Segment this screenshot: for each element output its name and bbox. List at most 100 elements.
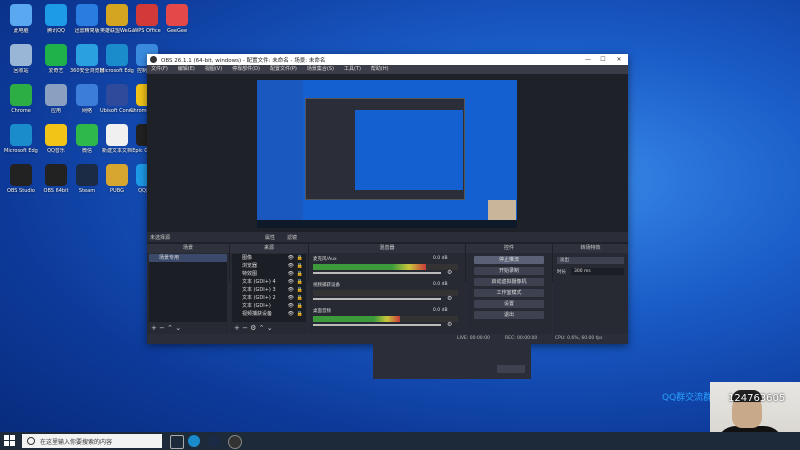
- desktop-icon[interactable]: Chrome: [4, 84, 38, 114]
- desktop-icon[interactable]: Microsoft Edge: [100, 44, 134, 74]
- lock-icon[interactable]: 🔒: [297, 302, 303, 310]
- desktop-icon[interactable]: QQ音乐: [39, 124, 73, 154]
- obs-taskbar-icon[interactable]: [228, 435, 242, 449]
- source-item[interactable]: 文本 (GDI+) 👁 🔒: [232, 302, 306, 310]
- steam-taskbar-icon[interactable]: [208, 435, 220, 447]
- eye-icon[interactable]: 👁: [288, 278, 294, 286]
- eye-icon[interactable]: 👁: [288, 302, 294, 310]
- task-view-icon[interactable]: [170, 435, 184, 449]
- menu-item[interactable]: 场景集合(S): [307, 65, 334, 74]
- desktop-icon[interactable]: 腾讯QQ: [39, 4, 73, 34]
- eye-icon[interactable]: 👁: [288, 310, 294, 318]
- desktop-icon[interactable]: WPS Office: [130, 4, 164, 34]
- menu-item[interactable]: 配置文件(P): [270, 65, 297, 74]
- control-button[interactable]: 停止推流: [474, 256, 544, 264]
- desktop-icon[interactable]: Microsoft Edge: [4, 124, 38, 154]
- source-item[interactable]: 图像 👁 🔒: [232, 254, 306, 262]
- menu-item[interactable]: 停靠部件(D): [232, 65, 260, 74]
- mixer-db: 0.0 dB: [433, 308, 448, 313]
- volume-slider[interactable]: [313, 298, 441, 300]
- desktop-icon[interactable]: OBS Studio: [4, 164, 38, 194]
- sources-title: 来源: [230, 244, 308, 253]
- desktop-icon[interactable]: OBS 64bit: [39, 164, 73, 194]
- control-button[interactable]: 工作室模式: [474, 289, 544, 297]
- desktop-icon[interactable]: PUBG: [100, 164, 134, 194]
- obs-titlebar[interactable]: OBS 26.1.1 (64-bit, windows) - 配置文件: 未命名…: [147, 54, 628, 65]
- desktop-icon-label: 360安全浏览器: [70, 68, 104, 74]
- scene-item[interactable]: 场景专用: [149, 254, 227, 262]
- volume-slider[interactable]: [313, 324, 441, 326]
- source-item[interactable]: 文本 (GDI+) 3 👁 🔒: [232, 286, 306, 294]
- lock-icon[interactable]: 🔒: [297, 310, 303, 318]
- desktop-icon[interactable]: 新建文本文档: [100, 124, 134, 154]
- desktop-icon-label: Chrome: [11, 108, 31, 114]
- gear-icon[interactable]: ⚙: [447, 295, 452, 302]
- scene-controls[interactable]: + − ⌃ ⌄: [151, 324, 181, 332]
- menu-item[interactable]: 帮助(H): [371, 65, 389, 74]
- desktop-icon-label: 回收站: [13, 68, 29, 74]
- obs-window[interactable]: OBS 26.1.1 (64-bit, windows) - 配置文件: 未命名…: [147, 54, 628, 344]
- close-button[interactable]: ✕: [612, 55, 626, 64]
- source-item[interactable]: 浏览器 👁 🔒: [232, 262, 306, 270]
- desktop-icon[interactable]: Steam: [70, 164, 104, 194]
- lock-icon[interactable]: 🔒: [297, 294, 303, 302]
- mixer-dock: 混音器 麦克风/Aux 0.0 dB ⚙ 视频捕获设备 0.0 dB ⚙ 桌面音频 0.0 d…: [309, 244, 465, 334]
- maximize-button[interactable]: ☐: [596, 55, 610, 64]
- source-item[interactable]: 文本 (GDI+) 2 👁 🔒: [232, 294, 306, 302]
- windows-start-icon[interactable]: [4, 435, 16, 447]
- lock-icon[interactable]: 🔒: [297, 262, 303, 270]
- mixer-db: 0.0 dB: [433, 256, 448, 261]
- desktop-icon[interactable]: 迅雷精简版: [70, 4, 104, 34]
- lock-icon[interactable]: 🔒: [297, 270, 303, 278]
- desktop-icon[interactable]: 此电脑: [4, 4, 38, 34]
- eye-icon[interactable]: 👁: [288, 294, 294, 302]
- gear-icon[interactable]: ⚙: [447, 321, 452, 328]
- source-label: 文本 (GDI+) 3: [242, 287, 276, 293]
- taskbar-search[interactable]: 在这里输入你要搜索的内容: [22, 434, 162, 448]
- app-icon: [10, 164, 32, 186]
- desktop-icon[interactable]: GeeGee: [160, 4, 194, 34]
- source-item[interactable]: 视频捕获设备 👁 🔒: [232, 310, 306, 318]
- minimize-button[interactable]: —: [581, 55, 595, 64]
- desktop-icon[interactable]: 应用: [39, 84, 73, 114]
- lock-icon[interactable]: 🔒: [297, 254, 303, 262]
- menu-item[interactable]: 编辑(E): [178, 65, 195, 74]
- duration-input[interactable]: 300 ms: [571, 268, 624, 275]
- menu-item[interactable]: 工具(T): [344, 65, 361, 74]
- filters-button[interactable]: 滤镜: [287, 234, 297, 241]
- source-label: 文本 (GDI+): [242, 303, 271, 309]
- source-controls[interactable]: + − ⚙ ⌃ ⌄: [234, 324, 273, 332]
- desktop-icon[interactable]: Ubisoft Connect: [100, 84, 134, 114]
- no-source-label: 未选择源: [150, 235, 171, 241]
- lock-icon[interactable]: 🔒: [297, 278, 303, 286]
- desktop-icon[interactable]: 微信: [70, 124, 104, 154]
- gear-icon[interactable]: ⚙: [447, 269, 452, 276]
- eye-icon[interactable]: 👁: [288, 270, 294, 278]
- edge-taskbar-icon[interactable]: [188, 435, 200, 447]
- source-item[interactable]: 特效图 👁 🔒: [232, 270, 306, 278]
- scenes-list: 场景专用: [149, 254, 227, 322]
- app-icon: [76, 4, 98, 26]
- menu-item[interactable]: 视图(V): [205, 65, 222, 74]
- control-button[interactable]: 设置: [474, 300, 544, 308]
- background-window[interactable]: [373, 343, 531, 379]
- eye-icon[interactable]: 👁: [288, 254, 294, 262]
- properties-button[interactable]: 属性: [265, 234, 275, 241]
- menu-item[interactable]: 文件(F): [151, 65, 168, 74]
- control-button[interactable]: 启动虚拟摄像机: [474, 278, 544, 286]
- transition-select[interactable]: 淡出: [557, 257, 624, 264]
- lock-icon[interactable]: 🔒: [297, 286, 303, 294]
- volume-slider[interactable]: [313, 272, 441, 274]
- desktop-icon[interactable]: 爱奇艺: [39, 44, 73, 74]
- eye-icon[interactable]: 👁: [288, 262, 294, 270]
- desktop-icon[interactable]: 360安全浏览器: [70, 44, 104, 74]
- app-icon: [76, 84, 98, 106]
- desktop-icon[interactable]: 英雄联盟WeGame版: [100, 4, 134, 34]
- sources-list: 图像 👁 🔒 浏览器 👁 🔒 特效图 👁 🔒 文本 (GDI+) 4 👁 🔒 文本 (GDI+) 3 👁 🔒…: [232, 254, 306, 322]
- desktop-icon[interactable]: 网络: [70, 84, 104, 114]
- desktop-icon[interactable]: 回收站: [4, 44, 38, 74]
- control-button[interactable]: 退出: [474, 311, 544, 319]
- eye-icon[interactable]: 👁: [288, 286, 294, 294]
- control-button[interactable]: 开始录制: [474, 267, 544, 275]
- source-item[interactable]: 文本 (GDI+) 4 👁 🔒: [232, 278, 306, 286]
